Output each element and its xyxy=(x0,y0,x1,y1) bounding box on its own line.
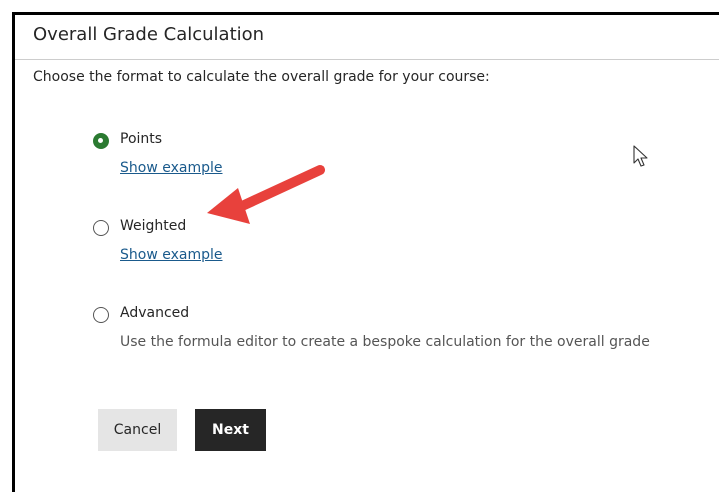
dialog-title: Overall Grade Calculation xyxy=(33,24,265,45)
cancel-button[interactable]: Cancel xyxy=(98,409,177,451)
next-button[interactable]: Next xyxy=(195,409,266,451)
advanced-radio[interactable] xyxy=(93,307,109,323)
points-label[interactable]: Points xyxy=(120,131,162,147)
weighted-radio[interactable] xyxy=(93,220,109,236)
dialog-header: Overall Grade Calculation xyxy=(15,15,719,60)
advanced-label[interactable]: Advanced xyxy=(120,305,189,321)
instructions-text: Choose the format to calculate the overa… xyxy=(33,69,490,85)
weighted-label[interactable]: Weighted xyxy=(120,218,186,234)
points-radio[interactable] xyxy=(93,133,109,149)
weighted-show-example-link[interactable]: Show example xyxy=(120,247,222,263)
points-show-example-link[interactable]: Show example xyxy=(120,160,222,176)
advanced-description: Use the formula editor to create a bespo… xyxy=(120,334,650,350)
header-divider xyxy=(15,59,719,60)
mouse-pointer-icon xyxy=(633,145,648,167)
